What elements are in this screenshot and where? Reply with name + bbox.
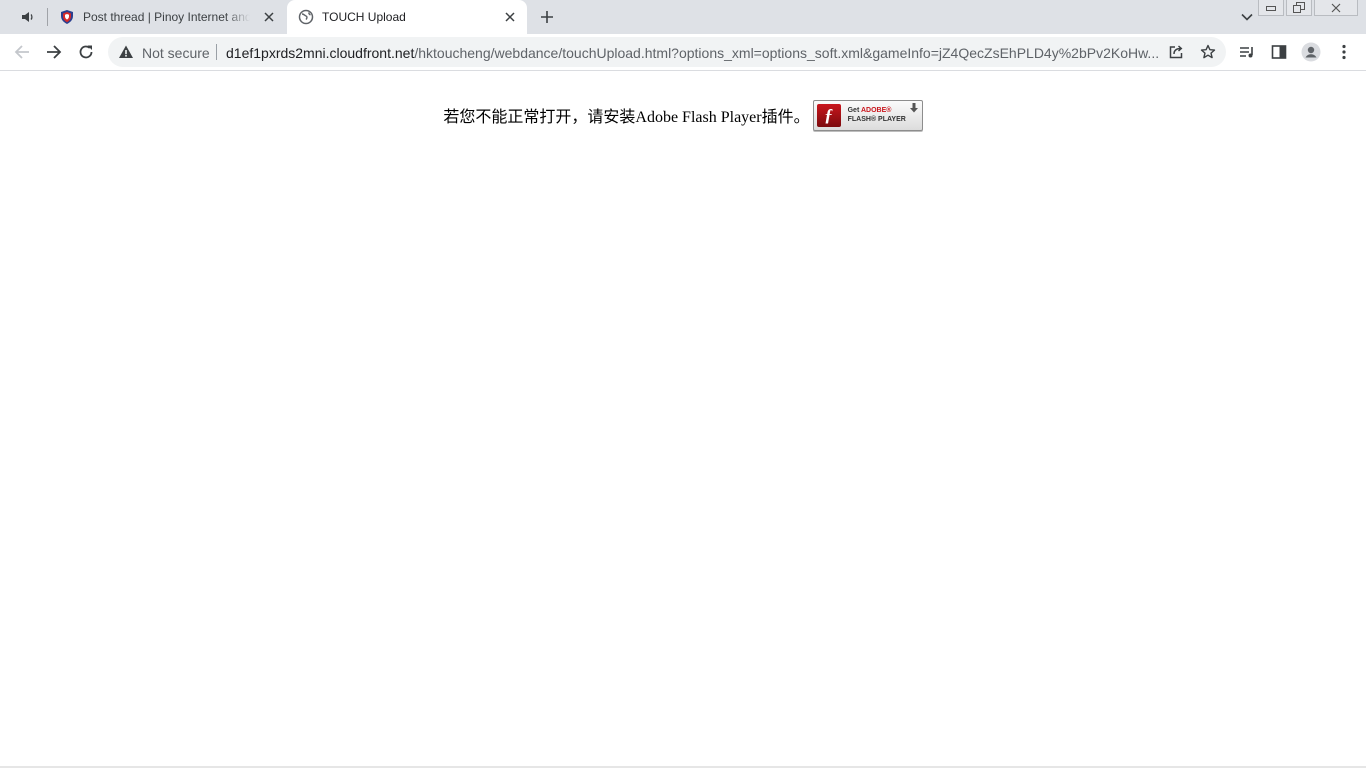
tab-touch-upload[interactable]: TOUCH Upload [287, 0, 527, 34]
tab-title: Post thread | Pinoy Internet and Technol… [83, 10, 250, 24]
forward-arrow-icon [47, 45, 62, 59]
download-arrow-icon [909, 102, 918, 112]
reload-button[interactable] [72, 38, 100, 66]
pinoy-shield-icon [59, 9, 75, 25]
address-bar[interactable]: Not secure d1ef1pxrds2mni.cloudfront.net… [108, 37, 1226, 67]
back-button[interactable] [8, 38, 36, 66]
media-queue-icon [1240, 47, 1253, 58]
minimize-icon [1266, 5, 1276, 11]
kebab-menu-icon [1342, 44, 1346, 60]
bookmark-button[interactable] [1198, 42, 1218, 62]
get-flash-player-button[interactable]: ƒ Get ADOBE® FLASH® PLAYER [812, 99, 923, 131]
share-button[interactable] [1166, 42, 1186, 62]
badge-flash-text: FLASH® PLAYER [847, 115, 906, 123]
tab-close-button[interactable] [501, 8, 519, 26]
speaker-icon [22, 12, 33, 22]
close-icon [264, 12, 274, 22]
window-controls [1256, 0, 1358, 18]
profile-button[interactable] [1297, 38, 1325, 66]
url-text[interactable]: d1ef1pxrds2mni.cloudfront.net/hktoucheng… [226, 45, 1160, 61]
star-icon [1200, 44, 1216, 59]
avatar-icon [1301, 42, 1321, 62]
menu-button[interactable] [1330, 38, 1358, 66]
security-divider [216, 44, 217, 60]
reload-icon [79, 45, 93, 59]
flash-logo-icon: ƒ [816, 103, 841, 127]
tab-post-thread[interactable]: Post thread | Pinoy Internet and Technol… [48, 0, 286, 34]
new-tab-button[interactable] [535, 5, 559, 29]
tab-strip: Post thread | Pinoy Internet and Technol… [0, 0, 1366, 34]
share-icon [1169, 45, 1183, 59]
tab-audio-button[interactable] [16, 5, 40, 29]
flash-required-message: 若您不能正常打开，请安装Adobe Flash Player插件。 [443, 109, 810, 126]
restore-button[interactable] [1286, 0, 1312, 16]
side-panel-button[interactable] [1265, 38, 1293, 66]
close-icon [1331, 3, 1341, 12]
url-path: /hktoucheng/webdance/touchUpload.html?op… [414, 45, 1160, 61]
flash-notice: 若您不能正常打开，请安装Adobe Flash Player插件。 ƒ Get … [0, 98, 1366, 132]
restore-icon [1293, 2, 1305, 13]
reading-list-button[interactable] [1233, 38, 1261, 66]
browser-toolbar: Not secure d1ef1pxrds2mni.cloudfront.net… [0, 34, 1366, 71]
plus-icon [541, 11, 553, 23]
tab-close-button[interactable] [260, 8, 278, 26]
forward-button[interactable] [40, 38, 68, 66]
window-close-button[interactable] [1314, 0, 1358, 16]
globe-icon [298, 9, 314, 25]
badge-get-text: Get ADOBE® [847, 106, 892, 114]
side-panel-icon [1271, 45, 1287, 59]
security-label[interactable]: Not secure [142, 45, 210, 61]
minimize-button[interactable] [1258, 0, 1284, 16]
close-icon [505, 12, 515, 22]
url-host: d1ef1pxrds2mni.cloudfront.net [226, 45, 415, 61]
warning-icon [119, 45, 133, 58]
back-arrow-icon [14, 45, 29, 59]
chevron-down-icon [1241, 13, 1253, 21]
tab-title: TOUCH Upload [322, 10, 406, 24]
